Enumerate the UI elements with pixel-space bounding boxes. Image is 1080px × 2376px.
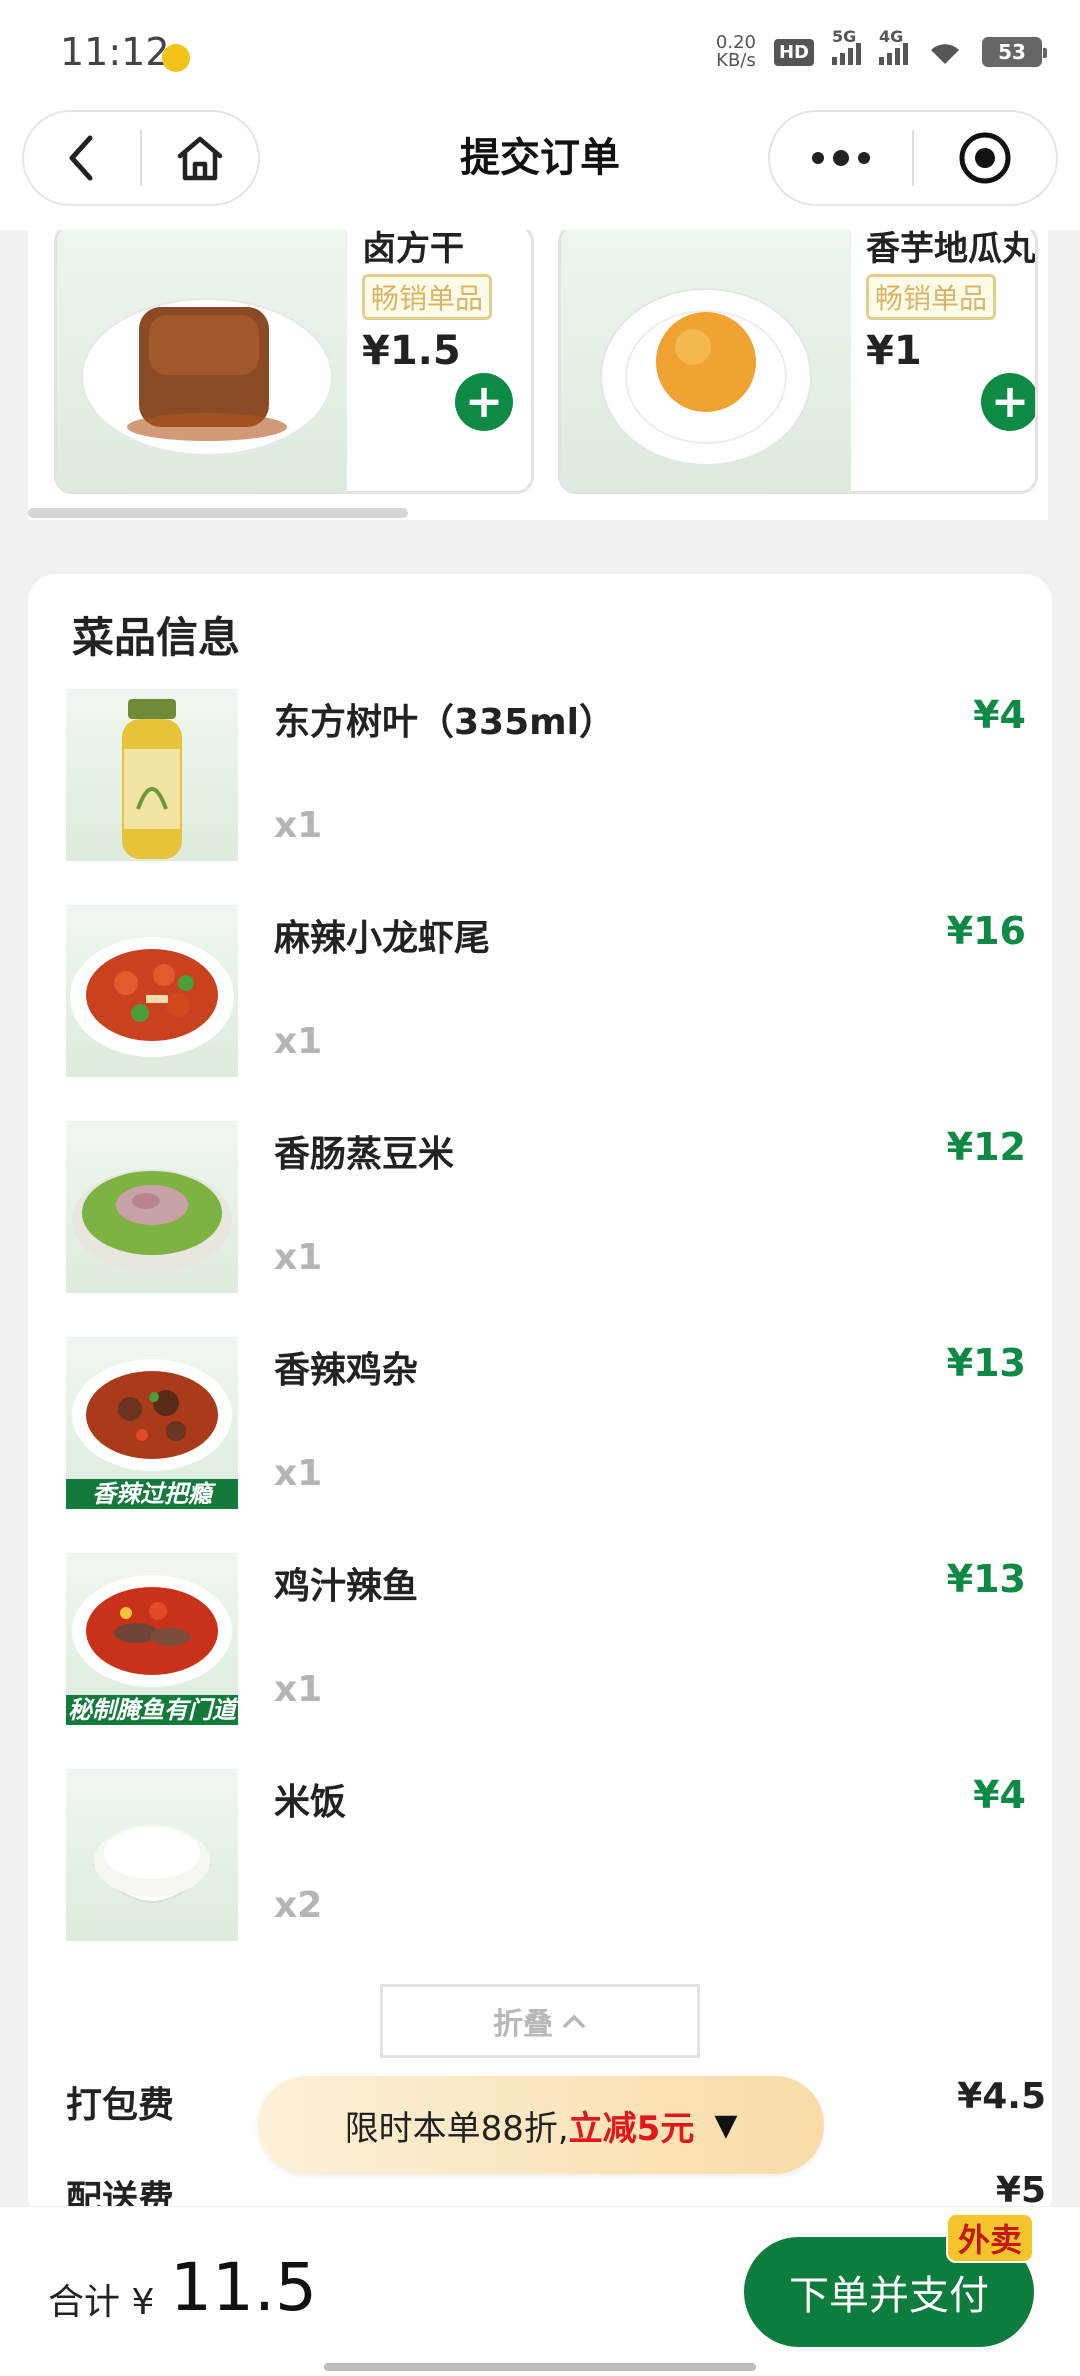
more-dots-icon bbox=[812, 150, 870, 166]
dish-row: 东方树叶（335ml） x1 ¥4 bbox=[66, 689, 1026, 861]
hd-icon: HD bbox=[773, 38, 814, 66]
dish-row: 香辣过把瘾 香辣鸡杂 x1 ¥13 bbox=[66, 1337, 1026, 1509]
rec-badge: 畅销单品 bbox=[866, 274, 997, 320]
promo-text: 限时本单88折, bbox=[344, 2108, 569, 2149]
net-speed: 0.20 KB/s bbox=[715, 32, 756, 71]
dish-price: ¥16 bbox=[946, 909, 1026, 953]
status-icons: 0.20 KB/s HD 5G 4G 53 bbox=[715, 27, 1047, 71]
dish-name: 东方树叶（335ml） bbox=[274, 702, 615, 743]
rec-name: 卤方干 bbox=[362, 230, 464, 269]
dish-tagline: 香辣过把瘾 bbox=[66, 1479, 238, 1509]
target-close-icon bbox=[959, 132, 1011, 184]
dish-row: 香肠蒸豆米 x1 ¥12 bbox=[66, 1121, 1026, 1293]
home-indicator[interactable] bbox=[324, 2363, 756, 2371]
total-label: 合计 ¥ bbox=[48, 2282, 155, 2323]
dish-price: ¥13 bbox=[946, 1341, 1026, 1385]
dish-row: 麻辣小龙虾尾 x1 ¥16 bbox=[66, 905, 1026, 1077]
horizontal-scrollbar[interactable] bbox=[28, 508, 408, 518]
wifi-icon bbox=[931, 44, 959, 64]
section-title: 菜品信息 bbox=[72, 613, 241, 662]
dish-name: 鸡汁辣鱼 bbox=[274, 1566, 419, 1607]
dish-price: ¥13 bbox=[946, 1557, 1026, 1601]
triangle-down-icon: ▼ bbox=[714, 2107, 738, 2143]
dish-qty: x1 bbox=[274, 1669, 323, 1710]
more-button[interactable] bbox=[770, 112, 912, 204]
rec-image-taro-ball bbox=[561, 230, 851, 491]
signal-4g-icon: 4G bbox=[879, 27, 908, 65]
nav-right-capsule bbox=[768, 110, 1058, 206]
dish-row: 米饭 x2 ¥4 bbox=[66, 1769, 1026, 1941]
home-button[interactable] bbox=[142, 112, 258, 204]
fee-label: 打包费 bbox=[66, 2085, 175, 2126]
promo-highlight: 立减5元 bbox=[568, 2108, 695, 2149]
back-arrow-icon bbox=[69, 135, 93, 181]
status-time: 11:12 bbox=[60, 30, 170, 74]
notification-dot-icon bbox=[162, 44, 190, 72]
nav-bar: 提交订单 bbox=[0, 110, 1080, 230]
rec-name: 香芋地瓜丸 bbox=[866, 230, 1036, 269]
add-to-cart-button[interactable]: + bbox=[455, 373, 513, 431]
back-button[interactable] bbox=[24, 112, 140, 204]
fold-button[interactable]: 折叠 bbox=[380, 1984, 700, 2058]
rec-price: ¥1.5 bbox=[362, 328, 461, 374]
dish-qty: x1 bbox=[274, 1237, 323, 1278]
dish-qty: x2 bbox=[274, 1885, 323, 1926]
dish-name: 米饭 bbox=[274, 1782, 347, 1823]
dish-image-chicken-giblets: 香辣过把瘾 bbox=[66, 1337, 238, 1509]
dish-name: 香辣鸡杂 bbox=[274, 1350, 419, 1391]
dish-tagline: 秘制腌鱼有门道 bbox=[66, 1695, 238, 1725]
dish-image-rice bbox=[66, 1769, 238, 1941]
rec-card[interactable]: 卤方干 畅销单品 ¥1.5 + bbox=[54, 230, 534, 494]
dish-row: 秘制腌鱼有门道 鸡汁辣鱼 x1 ¥13 bbox=[66, 1553, 1026, 1725]
signal-5g-icon: 5G bbox=[832, 27, 861, 65]
fee-value: ¥5 bbox=[995, 2170, 1046, 2211]
dish-info-card: 菜品信息 东方树叶（335ml） x1 ¥4 麻辣小龙虾尾 x1 ¥16 香肠蒸… bbox=[28, 574, 1052, 2224]
dish-qty: x1 bbox=[274, 805, 323, 846]
fee-value: ¥4.5 bbox=[957, 2076, 1046, 2117]
dish-name: 香肠蒸豆米 bbox=[274, 1134, 455, 1175]
battery-icon: 53 bbox=[982, 37, 1047, 67]
dish-name: 麻辣小龙虾尾 bbox=[274, 918, 491, 959]
dish-price: ¥4 bbox=[973, 693, 1026, 737]
nav-left-capsule bbox=[22, 110, 260, 206]
takeout-tag: 外卖 bbox=[946, 2213, 1034, 2263]
recommendation-strip[interactable]: 卤方干 畅销单品 ¥1.5 + 香芋地瓜丸 畅销单品 ¥1 + bbox=[28, 230, 1048, 520]
promo-discount-pill[interactable]: 限时本单88折, 立减5元 ▼ bbox=[258, 2076, 824, 2174]
total-value: 11.5 bbox=[170, 2249, 317, 2326]
dish-image-sausage-beans bbox=[66, 1121, 238, 1293]
close-miniapp-button[interactable] bbox=[914, 112, 1056, 204]
rec-price: ¥1 bbox=[866, 328, 922, 374]
chevron-up-icon bbox=[562, 2014, 586, 2029]
dish-image-crayfish bbox=[66, 905, 238, 1077]
add-to-cart-button[interactable]: + bbox=[981, 373, 1035, 431]
bottom-bar: 合计 ¥ 11.5 下单并支付 外卖 bbox=[0, 2206, 1080, 2376]
rec-card[interactable]: 香芋地瓜丸 畅销单品 ¥1 + bbox=[558, 230, 1038, 494]
dish-qty: x1 bbox=[274, 1021, 323, 1062]
dish-image-tea bbox=[66, 689, 238, 861]
rec-image-tofu bbox=[57, 230, 347, 491]
dish-qty: x1 bbox=[274, 1453, 323, 1494]
fold-label: 折叠 bbox=[493, 2007, 553, 2042]
rec-badge: 畅销单品 bbox=[362, 274, 493, 320]
dish-price: ¥4 bbox=[973, 1773, 1026, 1817]
dish-image-spicy-fish: 秘制腌鱼有门道 bbox=[66, 1553, 238, 1725]
dish-price: ¥12 bbox=[946, 1125, 1026, 1169]
status-bar: 11:12 0.20 KB/s HD 5G 4G 53 bbox=[0, 0, 1080, 110]
home-icon bbox=[177, 136, 223, 181]
